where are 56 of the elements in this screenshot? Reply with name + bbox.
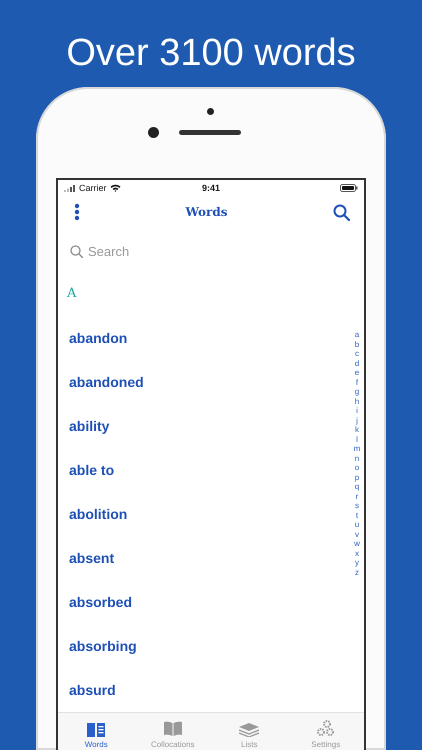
wifi-icon <box>110 184 121 192</box>
word-item[interactable]: absorbed <box>58 580 350 624</box>
index-letter[interactable]: y <box>355 558 359 568</box>
word-item[interactable]: abolition <box>58 492 350 536</box>
index-letter[interactable]: e <box>354 368 360 378</box>
battery-icon <box>340 184 358 192</box>
index-letter[interactable]: j <box>356 416 358 425</box>
index-letter[interactable]: a <box>354 330 360 340</box>
index-letter[interactable]: k <box>355 425 359 434</box>
index-letter[interactable]: s <box>355 501 359 510</box>
sensor-dot <box>207 108 214 115</box>
index-letter[interactable]: c <box>355 349 359 358</box>
index-letter[interactable]: i <box>356 406 358 416</box>
more-icon <box>74 203 80 221</box>
headline: Over 3100 words <box>66 31 356 76</box>
book-icon <box>87 723 106 737</box>
nav-title: Words <box>186 205 228 219</box>
tab[interactable]: Words <box>58 713 134 750</box>
speaker-grille <box>179 130 241 135</box>
index-letter[interactable]: q <box>354 482 360 492</box>
word-item[interactable]: ability <box>58 404 350 448</box>
word-item[interactable]: abandon <box>58 316 350 360</box>
index-letter[interactable]: f <box>356 378 358 387</box>
word-item[interactable]: able to <box>58 448 350 492</box>
stack-icon <box>239 723 260 737</box>
carrier-label: Carrier <box>79 183 107 193</box>
index-letter[interactable]: t <box>356 510 358 520</box>
index-letter[interactable]: l <box>356 434 358 444</box>
status-time: 9:41 <box>202 183 220 193</box>
camera-icon <box>148 127 159 138</box>
index-letter[interactable]: r <box>356 492 358 501</box>
word-item[interactable]: abandoned <box>58 360 350 404</box>
index-letter[interactable]: h <box>354 396 360 406</box>
more-button[interactable] <box>74 203 80 221</box>
search-icon <box>70 244 83 258</box>
index-letter[interactable]: n <box>354 454 360 463</box>
word-item[interactable]: absurd <box>58 668 350 712</box>
gears-icon <box>317 720 334 737</box>
index-letter[interactable]: m <box>354 444 360 454</box>
index-letter[interactable]: b <box>354 340 360 349</box>
index-letter[interactable]: g <box>354 387 360 396</box>
word-item[interactable]: absorbing <box>58 624 350 668</box>
search-button[interactable] <box>332 204 350 220</box>
open-book-icon <box>162 721 183 737</box>
index-letter[interactable]: v <box>355 530 359 539</box>
index-letter[interactable]: w <box>354 539 360 548</box>
signal-icon <box>64 184 76 192</box>
search-icon <box>332 204 350 220</box>
index-letter[interactable]: z <box>355 568 359 577</box>
index-letter[interactable]: u <box>354 520 360 530</box>
word-item[interactable]: absent <box>58 536 350 580</box>
index-letter[interactable]: x <box>355 548 359 558</box>
index-letter[interactable]: d <box>354 358 360 368</box>
section-header: A <box>66 285 78 303</box>
index-letter[interactable]: p <box>354 472 360 482</box>
index-letter[interactable]: o <box>354 463 360 472</box>
